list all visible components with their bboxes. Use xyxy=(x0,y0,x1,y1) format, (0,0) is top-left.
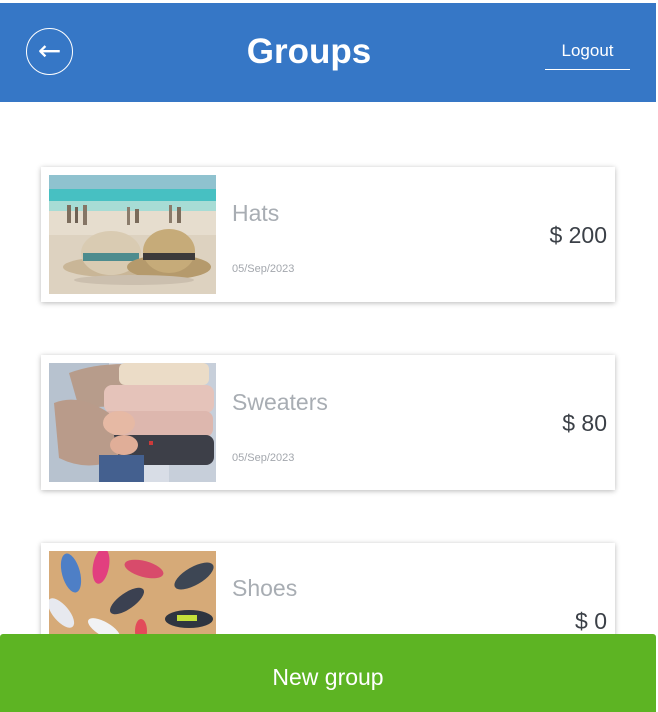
group-card-shoes[interactable]: Shoes $ 0 xyxy=(41,543,615,634)
group-card-sweaters[interactable]: Sweaters $ 80 05/Sep/2023 xyxy=(41,355,615,490)
group-list: Hats $ 200 05/Sep/2023 Sweaters $ 80 05/… xyxy=(0,102,656,634)
group-name: Sweaters xyxy=(232,389,328,415)
page-title: Groups xyxy=(246,32,372,71)
new-group-button[interactable]: New group xyxy=(0,634,656,712)
group-image-hats xyxy=(49,175,216,294)
logout-button[interactable]: Logout xyxy=(545,40,630,70)
group-price: $ 200 xyxy=(549,222,607,248)
group-card-hats[interactable]: Hats $ 200 05/Sep/2023 xyxy=(41,167,615,302)
group-price: $ 0 xyxy=(575,608,607,634)
group-image-shoes xyxy=(49,551,216,634)
group-name: Shoes xyxy=(232,575,298,601)
group-date: 05/Sep/2023 xyxy=(232,263,295,275)
group-name: Hats xyxy=(232,200,280,226)
group-price: $ 80 xyxy=(562,410,607,436)
group-image-sweaters xyxy=(49,363,216,482)
group-date: 05/Sep/2023 xyxy=(232,452,295,464)
header-bar: ← Groups Logout xyxy=(0,3,656,102)
